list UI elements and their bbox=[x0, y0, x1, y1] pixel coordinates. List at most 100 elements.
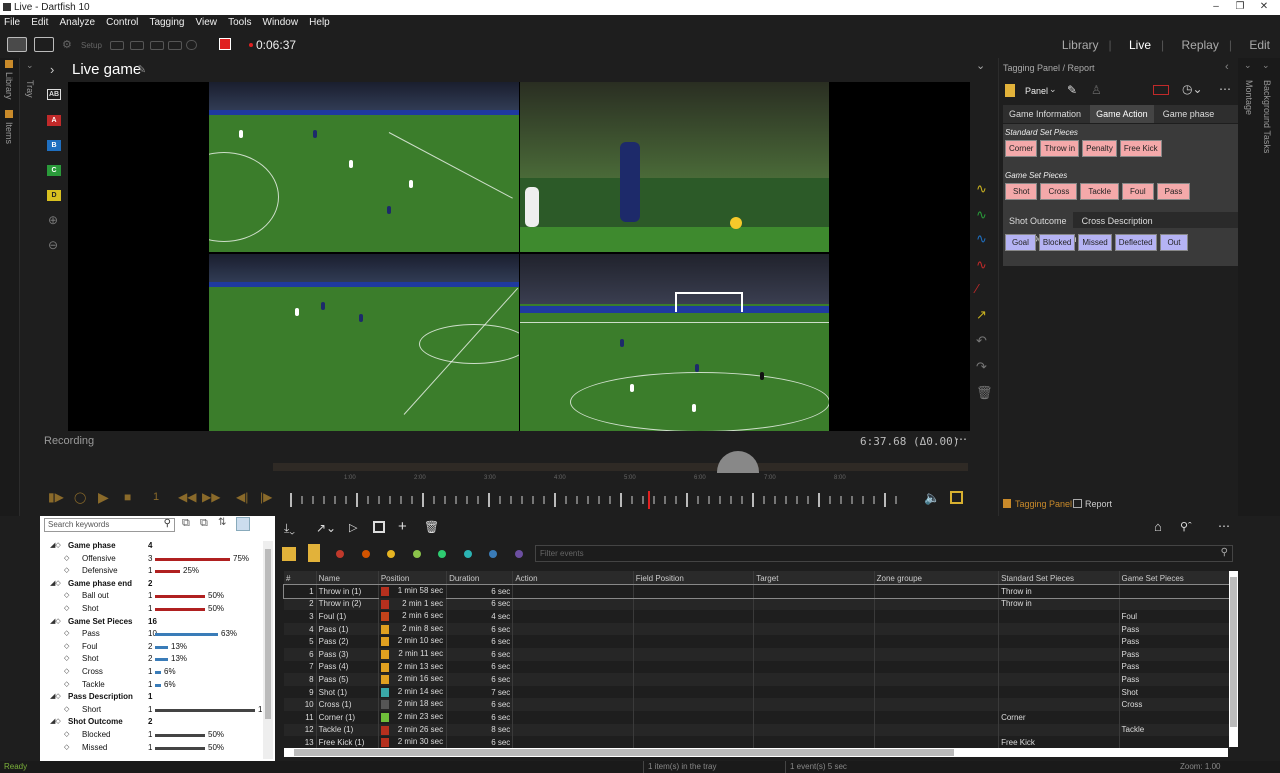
prev-frame-icon[interactable]: ◀| bbox=[236, 490, 248, 504]
keyword-row[interactable]: ◢◇ Pass Description 1 bbox=[46, 692, 262, 704]
jog-ruler[interactable] bbox=[290, 491, 910, 509]
library-dock-label[interactable]: Library bbox=[4, 72, 14, 100]
keyword-row[interactable]: ◇ Missed 1 50% bbox=[46, 743, 262, 755]
camera-2-icon[interactable] bbox=[130, 41, 144, 50]
draw-yellow-icon[interactable]: ∿ bbox=[976, 181, 987, 197]
expand-triangle-icon[interactable]: ◢◇ bbox=[50, 692, 61, 700]
playhead-handle[interactable] bbox=[717, 451, 759, 473]
keyword-scrollbar[interactable] bbox=[263, 541, 273, 759]
camera-3-icon[interactable] bbox=[150, 41, 164, 50]
panel-folder-icon[interactable] bbox=[1005, 84, 1015, 97]
items-dock-icon[interactable] bbox=[5, 110, 13, 118]
edit-pencil-icon[interactable]: ✎ bbox=[1067, 83, 1077, 97]
video-viewer[interactable] bbox=[68, 82, 970, 431]
record-mode-icon[interactable] bbox=[1153, 85, 1169, 95]
tag-color-dot[interactable] bbox=[412, 550, 421, 558]
tag-pass-button[interactable]: Pass bbox=[1156, 183, 1191, 200]
expand-triangle-icon[interactable]: ◢◇ bbox=[50, 617, 61, 625]
draw-green-icon[interactable]: ∿ bbox=[976, 207, 987, 223]
scroll-thumb[interactable] bbox=[265, 549, 271, 719]
people-icon[interactable]: ♙ bbox=[1091, 83, 1102, 97]
stop-record-button[interactable] bbox=[219, 38, 231, 50]
expand-triangle-icon[interactable]: ◢◇ bbox=[50, 579, 61, 587]
table-row[interactable]: 10 Cross (1) 2 min 18 sec 6 sec Cross bbox=[284, 698, 1231, 711]
table-row[interactable]: 2 Throw in (2) 2 min 1 sec 6 sec Throw in bbox=[284, 597, 1231, 611]
menu-edit[interactable]: Edit bbox=[27, 15, 52, 28]
expand-chevron-icon[interactable]: › bbox=[50, 62, 54, 77]
column-header[interactable]: Zone groupe bbox=[874, 571, 1000, 585]
column-header[interactable]: Position bbox=[378, 571, 448, 585]
tag-penalty-button[interactable]: Penalty bbox=[1082, 140, 1117, 157]
prev-chevron-icon[interactable]: ‹ bbox=[1225, 61, 1229, 73]
column-header[interactable]: Standard Set Pieces bbox=[998, 571, 1120, 585]
keyword-row[interactable]: ◇ Ball out 1 50% bbox=[46, 591, 262, 603]
marker-b-icon[interactable]: B bbox=[47, 140, 61, 151]
menu-tagging[interactable]: Tagging bbox=[145, 15, 188, 28]
redo-icon[interactable]: ↷ bbox=[976, 359, 987, 375]
menu-control[interactable]: Control bbox=[102, 15, 142, 28]
filter-events-input[interactable]: Filter events ⚲ bbox=[535, 545, 1233, 562]
rewind-icon[interactable]: ◀◀ bbox=[178, 490, 196, 504]
search-options-icon[interactable]: ⚲ˆ bbox=[1180, 520, 1192, 533]
stop-icon[interactable]: ■ bbox=[124, 490, 131, 504]
tab-cross-description[interactable]: Cross Description bbox=[1076, 212, 1159, 230]
report-tab[interactable]: Report bbox=[1085, 499, 1112, 509]
maximize-icon[interactable]: ❐ bbox=[1228, 1, 1252, 12]
keyword-row[interactable]: ◇ Shot 2 13% bbox=[46, 654, 262, 666]
table-row[interactable]: 3 Foul (1) 2 min 6 sec 4 sec Foul bbox=[284, 610, 1231, 623]
keyword-row[interactable]: ◇ Short 1 100% bbox=[46, 705, 262, 717]
tag-color-dot[interactable] bbox=[463, 550, 472, 558]
column-header[interactable]: Name bbox=[316, 571, 379, 585]
table-row[interactable]: 6 Pass (3) 2 min 11 sec 6 sec Pass bbox=[284, 647, 1231, 661]
collapse-all-icon[interactable]: ⧉ bbox=[200, 517, 208, 530]
tab-game-information[interactable]: Game Information bbox=[1003, 105, 1087, 123]
camera-view-4[interactable] bbox=[520, 254, 829, 431]
background-tasks-label[interactable]: Background Tasks bbox=[1262, 80, 1272, 153]
mode-library[interactable]: Library bbox=[1062, 38, 1099, 52]
more-icon[interactable]: ⋯ bbox=[1219, 82, 1231, 96]
keyword-row[interactable]: ◇ Blocked 1 50% bbox=[46, 730, 262, 742]
play-events-icon[interactable]: ▷ bbox=[349, 521, 357, 534]
tag-goal-button[interactable]: Goal bbox=[1005, 234, 1036, 251]
frame-step-icon[interactable]: 1 bbox=[153, 491, 159, 503]
forward-icon[interactable]: ▶▶ bbox=[202, 490, 220, 504]
events-vertical-scrollbar[interactable] bbox=[1229, 571, 1238, 747]
gear-icon[interactable]: ⚙ bbox=[62, 38, 72, 51]
import-icon[interactable]: ⤓⌄ bbox=[284, 521, 295, 536]
menu-view[interactable]: View bbox=[192, 15, 222, 28]
items-dock-label[interactable]: Items bbox=[4, 122, 14, 144]
ab-compare-icon[interactable]: AB bbox=[47, 89, 61, 100]
home-icon[interactable]: ⌂ bbox=[1154, 519, 1162, 534]
zoom-out-icon[interactable]: ⊖ bbox=[48, 238, 58, 252]
camera-view-1[interactable] bbox=[209, 82, 519, 252]
column-header[interactable]: Field Position bbox=[633, 571, 755, 585]
column-header[interactable]: Duration bbox=[446, 571, 514, 585]
table-row[interactable]: 7 Pass (4) 2 min 13 sec 6 sec Pass bbox=[284, 660, 1231, 674]
table-row[interactable]: 8 Pass (5) 2 min 16 sec 6 sec Pass bbox=[284, 673, 1231, 686]
scroll-thumb[interactable] bbox=[1230, 577, 1237, 727]
dropdown-chevron-icon[interactable]: ⌄ bbox=[1049, 84, 1057, 95]
next-frame-icon[interactable]: |▶ bbox=[260, 490, 272, 504]
library-dock-icon[interactable] bbox=[5, 60, 13, 68]
disk-icon[interactable] bbox=[186, 40, 197, 50]
save-icon[interactable] bbox=[373, 521, 385, 533]
keyword-row[interactable]: ◢◇ Game phase 4 bbox=[46, 541, 262, 553]
tag-deflected-button[interactable]: Deflected bbox=[1114, 234, 1157, 251]
collapse-chevron-icon[interactable]: ⌄ bbox=[26, 60, 34, 71]
volume-icon[interactable]: 🔈 bbox=[924, 490, 940, 506]
layout-split-icon[interactable] bbox=[34, 37, 54, 52]
timer-icon[interactable]: ◷⌄ bbox=[1182, 82, 1203, 96]
column-header[interactable]: Game Set Pieces bbox=[1119, 571, 1231, 585]
filter-toggle-icon[interactable] bbox=[236, 517, 250, 531]
events-horizontal-scrollbar[interactable] bbox=[284, 748, 1228, 757]
add-event-icon[interactable]: + bbox=[398, 518, 407, 535]
keyword-row[interactable]: ◇ Defensive 1 25% bbox=[46, 566, 262, 578]
tagging-panel-tab[interactable]: Tagging Panel bbox=[1015, 499, 1072, 509]
column-header[interactable]: Target bbox=[753, 571, 875, 585]
tag-out-button[interactable]: Out bbox=[1159, 234, 1189, 251]
layout-single-icon[interactable] bbox=[7, 37, 27, 52]
mode-replay[interactable]: Replay bbox=[1181, 38, 1218, 52]
keyword-row[interactable]: ◢◇ Game phase end 2 bbox=[46, 579, 262, 591]
menu-window[interactable]: Window bbox=[259, 15, 303, 28]
expand-triangle-icon[interactable]: ◢◇ bbox=[50, 717, 61, 725]
